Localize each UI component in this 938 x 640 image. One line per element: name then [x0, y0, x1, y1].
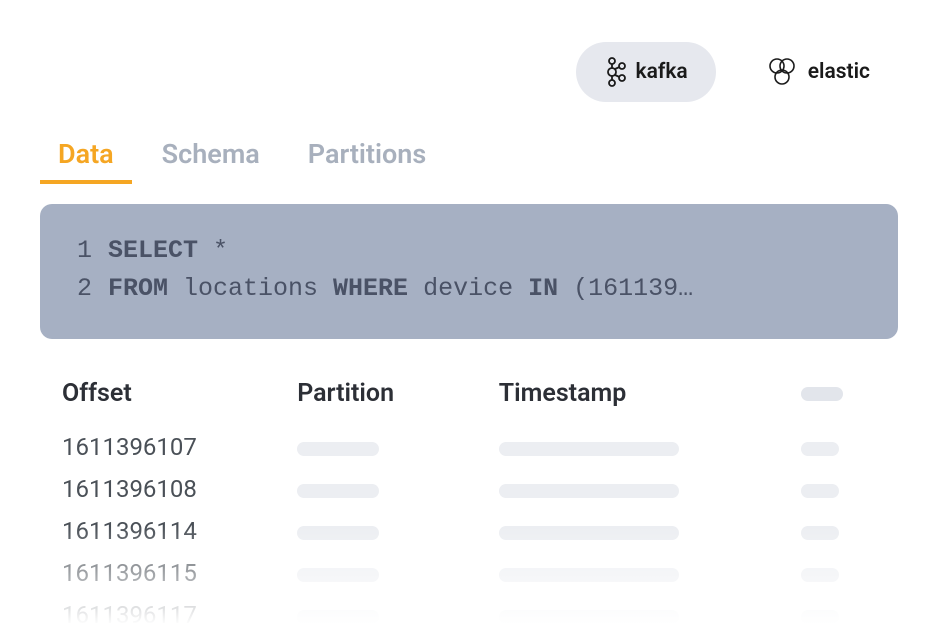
cell-timestamp	[499, 426, 801, 468]
table-row[interactable]: 1611396115	[62, 552, 898, 594]
skeleton-placeholder	[499, 484, 679, 498]
cell-partition	[297, 510, 499, 552]
query-text: SELECT *	[108, 232, 864, 270]
skeleton-placeholder	[801, 568, 839, 582]
elastic-icon	[766, 57, 798, 87]
column-header-offset[interactable]: Offset	[62, 379, 297, 426]
kafka-option[interactable]: kafka	[576, 42, 716, 102]
skeleton-placeholder	[499, 568, 679, 582]
cell-timestamp	[499, 594, 801, 636]
cell-extra	[801, 468, 898, 510]
cell-offset: 1611396108	[62, 468, 297, 510]
elastic-option[interactable]: elastic	[738, 43, 898, 101]
skeleton-placeholder	[297, 526, 379, 540]
cell-extra	[801, 426, 898, 468]
skeleton-placeholder	[801, 526, 839, 540]
skeleton-placeholder	[801, 387, 843, 401]
table-row[interactable]: 1611396108	[62, 468, 898, 510]
elastic-label: elastic	[808, 60, 870, 84]
line-number: 2	[74, 270, 108, 308]
tabs: Data Schema Partitions	[40, 138, 898, 184]
query-editor[interactable]: 1 SELECT * 2 FROM locations WHERE device…	[40, 204, 898, 339]
query-line-2: 2 FROM locations WHERE device IN (161139…	[74, 270, 864, 308]
column-header-extra	[801, 379, 898, 426]
tab-partitions[interactable]: Partitions	[308, 138, 426, 184]
table-row[interactable]: 1611396107	[62, 426, 898, 468]
cell-timestamp	[499, 552, 801, 594]
skeleton-placeholder	[297, 610, 379, 624]
cell-extra	[801, 594, 898, 636]
cell-partition	[297, 426, 499, 468]
tab-data[interactable]: Data	[58, 138, 114, 184]
cell-offset: 1611396114	[62, 510, 297, 552]
skeleton-placeholder	[297, 568, 379, 582]
line-number: 1	[74, 232, 108, 270]
skeleton-placeholder	[297, 442, 379, 456]
datasource-selector: kafka elastic	[40, 42, 898, 102]
tab-schema[interactable]: Schema	[162, 138, 260, 184]
results-table: Offset Partition Timestamp 1611396107 16…	[40, 379, 898, 636]
cell-offset: 1611396115	[62, 552, 297, 594]
skeleton-placeholder	[801, 610, 839, 624]
cell-extra	[801, 510, 898, 552]
skeleton-placeholder	[801, 442, 839, 456]
query-line-1: 1 SELECT *	[74, 232, 864, 270]
table-row[interactable]: 1611396114	[62, 510, 898, 552]
kafka-label: kafka	[636, 60, 688, 84]
skeleton-placeholder	[499, 526, 679, 540]
cell-timestamp	[499, 510, 801, 552]
query-text: FROM locations WHERE device IN (161139…	[108, 270, 864, 308]
cell-partition	[297, 468, 499, 510]
skeleton-placeholder	[801, 484, 839, 498]
skeleton-placeholder	[499, 610, 679, 624]
cell-extra	[801, 552, 898, 594]
column-header-partition[interactable]: Partition	[297, 379, 499, 426]
cell-offset: 1611396107	[62, 426, 297, 468]
cell-partition	[297, 552, 499, 594]
cell-timestamp	[499, 468, 801, 510]
column-header-timestamp[interactable]: Timestamp	[499, 379, 801, 426]
skeleton-placeholder	[499, 442, 679, 456]
table-row[interactable]: 1611396117	[62, 594, 898, 636]
cell-offset: 1611396117	[62, 594, 297, 636]
skeleton-placeholder	[297, 484, 379, 498]
cell-partition	[297, 594, 499, 636]
kafka-icon	[604, 56, 626, 88]
